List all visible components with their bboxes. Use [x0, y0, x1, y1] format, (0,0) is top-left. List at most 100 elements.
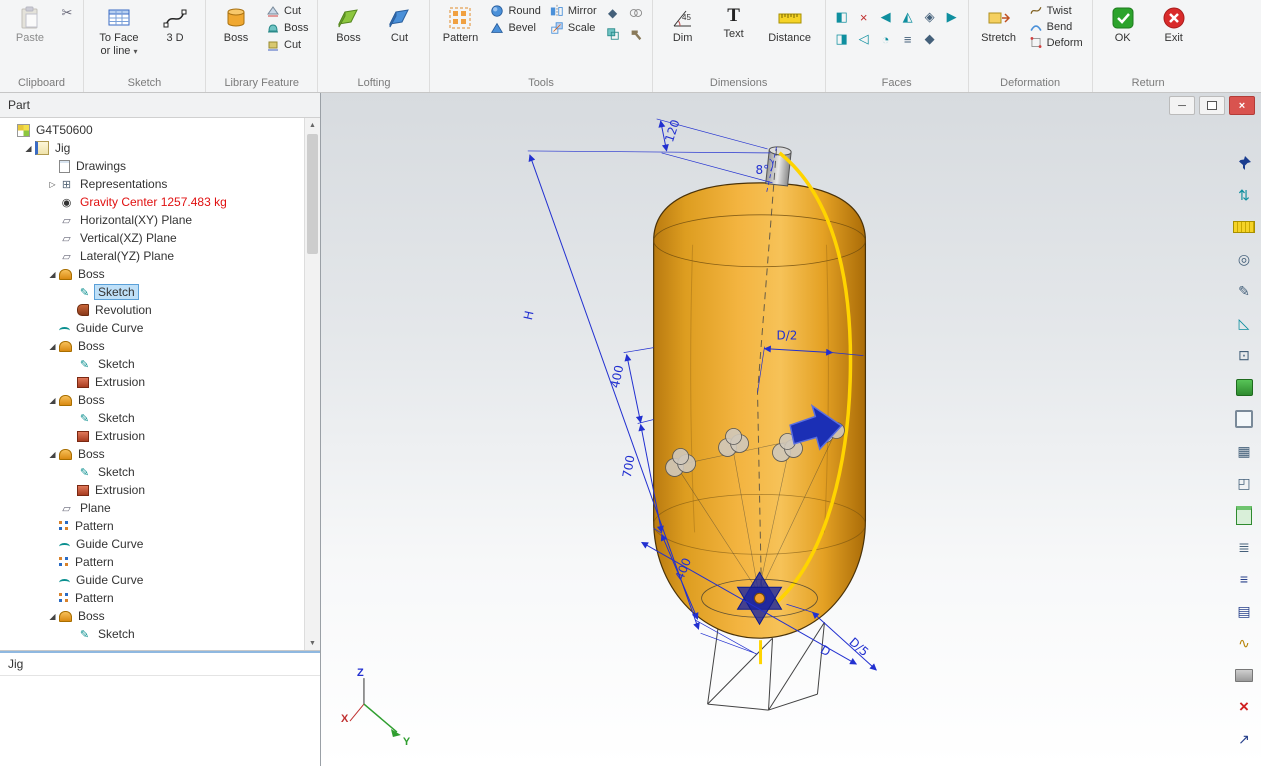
3d-viewport[interactable]: ─ ×: [321, 93, 1261, 766]
tree-item[interactable]: ▷ Representations: [0, 175, 320, 193]
text-button[interactable]: T Text: [710, 3, 758, 42]
tree-item[interactable]: Pattern: [0, 589, 320, 607]
shaded-view-icon[interactable]: [1232, 375, 1256, 399]
exit-button[interactable]: Exit: [1150, 3, 1198, 46]
tree-item[interactable]: ◢ Boss: [0, 391, 320, 409]
bend-button[interactable]: Bend: [1026, 19, 1086, 34]
tree-item[interactable]: Extrusion: [0, 481, 320, 499]
split-diamond-icon[interactable]: ◆: [603, 3, 623, 23]
replace-face-icon[interactable]: ◨: [832, 29, 852, 49]
layers-icon[interactable]: ≣: [1232, 535, 1256, 559]
pull-face-icon[interactable]: ◁: [854, 29, 874, 49]
tree-item[interactable]: Sketch: [0, 283, 320, 301]
layers-blue-icon[interactable]: ≡: [1232, 567, 1256, 591]
ruler-icon[interactable]: [1232, 215, 1256, 239]
link-icon[interactable]: [626, 3, 646, 23]
match-face-icon[interactable]: ≡: [898, 29, 918, 49]
library-boss-small-button[interactable]: Boss: [263, 20, 311, 36]
configuration-root-label[interactable]: Jig: [0, 653, 320, 676]
fan-face-icon[interactable]: ◭: [898, 7, 918, 27]
tree-scrollbar[interactable]: ▲ ▼: [304, 118, 320, 650]
loft-cut-button[interactable]: Cut: [375, 3, 423, 46]
expander-icon[interactable]: ▷: [46, 180, 59, 189]
tree-item[interactable]: Horizontal(XY) Plane: [0, 211, 320, 229]
tree-item[interactable]: Extrusion: [0, 427, 320, 445]
offset-face-icon[interactable]: ◈: [920, 7, 940, 27]
deform-button[interactable]: Deform: [1026, 35, 1086, 50]
spline-icon[interactable]: ∿: [1232, 631, 1256, 655]
tree-item[interactable]: Guide Curve: [0, 319, 320, 337]
tree-item[interactable]: Gravity Center 1257.483 kg: [0, 193, 320, 211]
expander-icon[interactable]: ◢: [22, 144, 35, 153]
tree-item[interactable]: Plane: [0, 499, 320, 517]
boolean-icon[interactable]: [603, 24, 623, 44]
bevel-button[interactable]: Bevel: [487, 20, 543, 36]
top-nozzle[interactable]: [766, 146, 792, 186]
expander-icon[interactable]: ◢: [46, 396, 59, 405]
twist-button[interactable]: Twist: [1026, 3, 1086, 18]
sketch-edit-icon[interactable]: ✎: [1232, 279, 1256, 303]
tree-item[interactable]: Sketch: [0, 625, 320, 643]
minimize-button[interactable]: ─: [1169, 96, 1195, 115]
scale-button[interactable]: Scale: [547, 20, 600, 36]
scrollbar-up-icon[interactable]: ▲: [305, 118, 320, 132]
round-face-icon[interactable]: ◔: [876, 29, 896, 49]
tree-item[interactable]: Pattern: [0, 553, 320, 571]
expander-icon[interactable]: ◢: [46, 270, 59, 279]
tree-item[interactable]: Sketch: [0, 463, 320, 481]
grid-view-icon[interactable]: ▦: [1232, 439, 1256, 463]
tree-item[interactable]: ◢ Boss: [0, 337, 320, 355]
tree-item[interactable]: Pattern: [0, 517, 320, 535]
orientation-icon[interactable]: ⇅: [1232, 183, 1256, 207]
close-button[interactable]: ×: [1229, 96, 1255, 115]
library-boss-button[interactable]: Boss: [212, 3, 260, 46]
library-cut-button[interactable]: Cut: [263, 3, 311, 19]
tree-item[interactable]: Extrusion: [0, 373, 320, 391]
storage-icon[interactable]: [1232, 663, 1256, 687]
section-plane-icon[interactable]: ◺: [1232, 311, 1256, 335]
export-view-icon[interactable]: ↗: [1232, 727, 1256, 751]
hammer-icon[interactable]: [626, 24, 646, 44]
wireframe-view-icon[interactable]: [1232, 407, 1256, 431]
tree-item[interactable]: ◢ Boss: [0, 607, 320, 625]
tree-item[interactable]: Guide Curve: [0, 571, 320, 589]
flip-face-icon[interactable]: ◧: [832, 7, 852, 27]
tree-item[interactable]: Vertical(XZ) Plane: [0, 229, 320, 247]
tree-item[interactable]: ◢ Jig: [0, 139, 320, 157]
move-face-right-icon[interactable]: ▶: [942, 7, 962, 27]
dim-button[interactable]: 45 Dim: [659, 3, 707, 46]
restore-button[interactable]: [1199, 96, 1225, 115]
tree-item[interactable]: ◢ Boss: [0, 265, 320, 283]
tree-item[interactable]: Sketch: [0, 409, 320, 427]
cut-scissors-icon[interactable]: ✂: [57, 3, 77, 23]
scrollbar-down-icon[interactable]: ▼: [305, 636, 320, 650]
tree-item[interactable]: G4T50600: [0, 121, 320, 139]
ok-button[interactable]: OK: [1099, 3, 1147, 46]
to-face-or-line-button[interactable]: To Face or line ▾: [90, 3, 148, 59]
snap-circle-icon[interactable]: ◎: [1232, 247, 1256, 271]
scrollbar-thumb[interactable]: [307, 134, 318, 254]
pattern-button[interactable]: Pattern: [436, 3, 484, 46]
tree-item[interactable]: Guide Curve: [0, 535, 320, 553]
expander-icon[interactable]: ◢: [46, 450, 59, 459]
paste-button[interactable]: Paste: [6, 3, 54, 46]
solid-view-icon[interactable]: [1232, 503, 1256, 527]
delete-icon[interactable]: ×: [1232, 695, 1256, 719]
delete-face-icon[interactable]: ×: [854, 7, 874, 27]
library-cut2-button[interactable]: Cut: [263, 37, 311, 53]
tree-item[interactable]: ◢ Boss: [0, 445, 320, 463]
model-scene[interactable]: 120 8° H D/2 400 700 400 D D/5 Z X: [321, 93, 1261, 766]
loft-boss-button[interactable]: Boss: [324, 3, 372, 46]
copy-view-icon[interactable]: ▤: [1232, 599, 1256, 623]
mirror-button[interactable]: Mirror: [547, 3, 600, 19]
stretch-button[interactable]: Stretch: [975, 3, 1023, 46]
iso-view-icon[interactable]: ◰: [1232, 471, 1256, 495]
tree-item[interactable]: Sketch: [0, 355, 320, 373]
move-face-left-icon[interactable]: ◀: [876, 7, 896, 27]
expander-icon[interactable]: ◢: [46, 342, 59, 351]
round-button[interactable]: Round: [487, 3, 543, 19]
pin-icon[interactable]: [1232, 151, 1256, 175]
tree-item[interactable]: Lateral(YZ) Plane: [0, 247, 320, 265]
tree-item[interactable]: Drawings: [0, 157, 320, 175]
expander-icon[interactable]: ◢: [46, 612, 59, 621]
